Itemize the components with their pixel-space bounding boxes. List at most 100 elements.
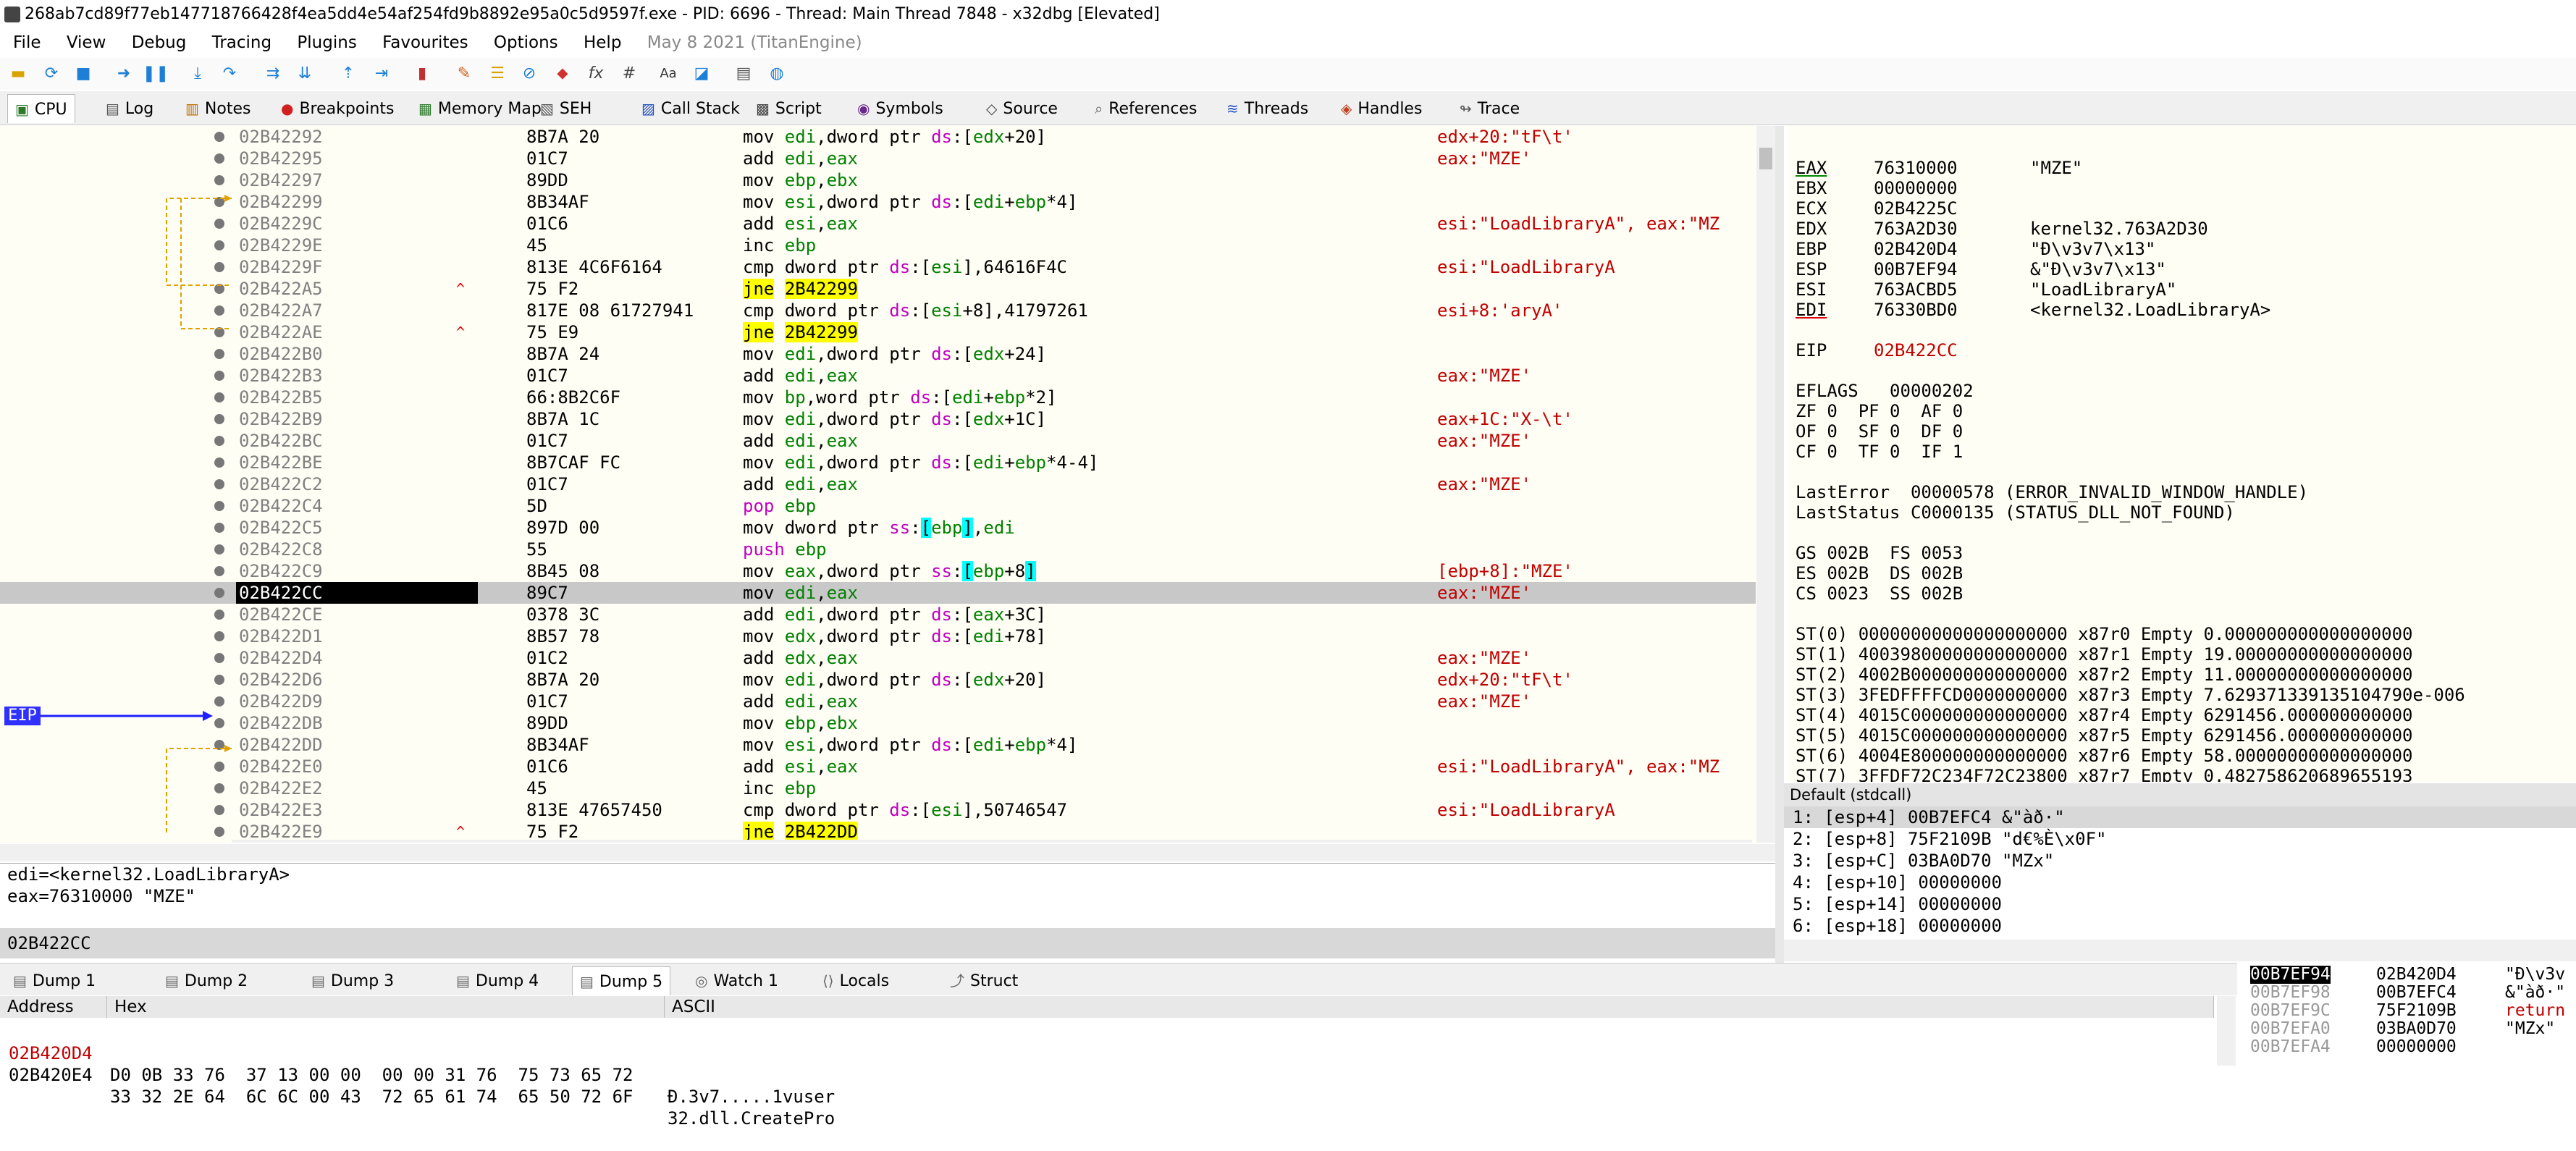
tab-handles[interactable]: ◈ Handles: [1334, 94, 1429, 123]
restart-icon[interactable]: ⟳: [41, 62, 62, 84]
open-icon[interactable]: ▬: [7, 62, 29, 84]
tab-struct[interactable]: ⤴ Struct: [943, 966, 1025, 995]
disasm-line[interactable]: 02B422A7 817E 08 61727941 cmp dword ptr ds…: [0, 300, 1756, 321]
tab-cpu[interactable]: ▣ CPU: [7, 94, 75, 123]
register-edx[interactable]: EDX 763A2D30 kernel32.763A2D30: [1796, 219, 2208, 239]
disasm-line[interactable]: 02B4229E 45 inc ebp: [0, 235, 1756, 256]
hash-icon[interactable]: #: [618, 62, 640, 84]
splitter[interactable]: [0, 844, 1775, 861]
disasm-line[interactable]: 02B42299 8B34AF mov esi,dword ptr ds:[edi+…: [0, 191, 1756, 213]
disasm-line[interactable]: 02B422A5 ^ 75 F2 jne 2B42299: [0, 278, 1756, 300]
trace-over-icon[interactable]: ⇊: [294, 62, 316, 84]
register-ecx[interactable]: ECX 02B4225C: [1796, 198, 2030, 219]
stack-view[interactable]: 00B7EF94 02B420D4 "Ð\v3v 00B7EF98 00B7EFC4 &"…: [2244, 963, 2576, 1066]
args-scrollbar[interactable]: [1784, 940, 2576, 961]
disasm-line[interactable]: 02B4229F 813E 4C6F6164 cmp dword ptr ds:[e…: [0, 256, 1756, 278]
register-value[interactable]: 763ACBD5: [1874, 279, 2030, 300]
fpu-register-row[interactable]: ST(4) 4015C000000000000000 x87r4 Empty 6…: [1796, 705, 2413, 725]
stack-arguments-view[interactable]: 1: [esp+4] 00B7EFC4 &"àð·" 2: [esp+8] 75F…: [1784, 806, 2576, 940]
disasm-line[interactable]: 02B422C8 55 push ebp: [0, 539, 1756, 560]
execute-till-return-icon[interactable]: ⇡: [337, 62, 359, 84]
menu-options[interactable]: Options: [494, 33, 558, 52]
tab-symbols[interactable]: ◉ Symbols: [850, 94, 951, 123]
trace-into-icon[interactable]: ⇉: [262, 62, 284, 84]
hex-dump-view[interactable]: Address Hex ASCII 02B420D4 D0 0B 33 76 3…: [0, 996, 2237, 1129]
stack-row[interactable]: 00B7EFA4 00000000: [2244, 1038, 2576, 1056]
register-value[interactable]: 00B7EF94: [1874, 259, 2030, 279]
register-eip[interactable]: EIP 02B422CC: [1796, 340, 2030, 361]
register-value[interactable]: 02B420D4: [1874, 239, 2030, 259]
register-edi[interactable]: EDI 76330BD0 <kernel32.LoadLibraryA>: [1796, 300, 2270, 320]
dump-scrollbar[interactable]: [2217, 996, 2236, 1066]
calling-convention-select[interactable]: Default (stdcall): [1784, 783, 2576, 806]
disasm-line[interactable]: 02B422E0 01C6 add esi,eax esi:"LoadLibraryA…: [0, 756, 1756, 777]
step-into-icon[interactable]: ⤓: [187, 62, 209, 84]
disasm-line[interactable]: 02B422C2 01C7 add edi,eax eax:"MZE': [0, 473, 1756, 495]
menu-view[interactable]: View: [67, 33, 106, 52]
disasm-line[interactable]: 02B422BE 8B7CAF FC mov edi,dword ptr ds:[e…: [0, 452, 1756, 473]
stack-argument-row[interactable]: 4: [esp+10] 00000000: [1784, 872, 2576, 893]
comments-icon[interactable]: ☰: [487, 62, 508, 84]
vertical-splitter[interactable]: [1775, 126, 1784, 963]
disasm-line[interactable]: 02B422BC 01C7 add edi,eax eax:"MZE': [0, 430, 1756, 452]
stack-row[interactable]: 00B7EFA0 03BA0D70 "MZx": [2244, 1020, 2576, 1038]
tab-locals[interactable]: ⟨⟩ Locals: [815, 966, 896, 995]
fpu-register-row[interactable]: ST(2) 4002B000000000000000 x87r2 Empty 1…: [1796, 665, 2413, 685]
stack-argument-row[interactable]: 1: [esp+4] 00B7EFC4 &"àð·": [1784, 806, 2576, 828]
breakpoint-tool-icon[interactable]: ⬥: [552, 62, 573, 84]
tab-watch-1[interactable]: ◎ Watch 1: [688, 966, 786, 995]
disasm-line[interactable]: 02B422CE 0378 3C add edi,dword ptr ds:[eax…: [0, 604, 1756, 625]
disasm-line[interactable]: 02B42297 89DD mov ebp,ebx: [0, 169, 1756, 191]
fpu-register-row[interactable]: ST(5) 4015C000000000000000 x87r5 Empty 6…: [1796, 725, 2413, 746]
segment-registers-row[interactable]: CS 0023 SS 002B: [1796, 583, 1963, 604]
disasm-line[interactable]: 02B422DB 89DD mov ebp,ebx: [0, 712, 1756, 734]
register-value[interactable]: 00000000: [1874, 178, 2030, 198]
font-icon[interactable]: Aa: [657, 62, 679, 84]
tab-log[interactable]: ▤ Log: [98, 94, 161, 123]
register-ebx[interactable]: EBX 00000000: [1796, 178, 2030, 198]
tab-seh[interactable]: ▧ SEH: [533, 94, 599, 123]
segment-registers-row[interactable]: GS 002B FS 0053: [1796, 543, 1963, 563]
patch-icon[interactable]: ✎: [453, 62, 475, 84]
disasm-line[interactable]: 02B422D4 01C2 add edx,eax eax:"MZE': [0, 647, 1756, 669]
tab-trace[interactable]: ↬ Trace: [1452, 94, 1527, 123]
fpu-register-row[interactable]: ST(0) 00000000000000000000 x87r0 Empty 0…: [1796, 624, 2413, 644]
disasm-line[interactable]: 02B422E2 45 inc ebp: [0, 777, 1756, 799]
register-value[interactable]: 763A2D30: [1874, 219, 2030, 239]
dump-header-hex[interactable]: Hex: [107, 996, 665, 1018]
dump-row[interactable]: 02B420D4 D0 0B 33 76 37 13 00 00 00 00 3…: [0, 1021, 869, 1107]
tab-dump-4[interactable]: ▤ Dump 4: [449, 966, 546, 995]
tab-threads[interactable]: ≋ Threads: [1219, 94, 1316, 123]
register-value[interactable]: 76330BD0: [1874, 300, 2030, 320]
dump-header-ascii[interactable]: ASCII: [665, 996, 2214, 1018]
fpu-register-row[interactable]: ST(6) 4004E800000000000000 x87r6 Empty 5…: [1796, 746, 2413, 766]
register-eax[interactable]: EAX 76310000 "MZE": [1796, 158, 2082, 178]
fpu-register-row[interactable]: ST(1) 40039800000000000000 x87r1 Empty 1…: [1796, 644, 2413, 665]
menu-favourites[interactable]: Favourites: [382, 33, 468, 52]
fpu-register-row[interactable]: ST(7) 3FFDF72C234F72C23800 x87r7 Empty 0…: [1796, 766, 2413, 782]
fpu-register-row[interactable]: ST(3) 3FEDFFFFCD0000000000 x87r3 Empty 7…: [1796, 685, 2465, 705]
disasm-line[interactable]: 02B422C9 8B45 08 mov eax,dword ptr ss:[ebp…: [0, 560, 1756, 582]
run-icon[interactable]: ➜: [113, 62, 135, 84]
disasm-line[interactable]: 02B422B3 01C7 add edi,eax eax:"MZE': [0, 365, 1756, 387]
tab-call-stack[interactable]: ▨ Call Stack: [634, 94, 747, 123]
stop-icon[interactable]: ■: [72, 62, 94, 84]
stack-row[interactable]: 00B7EF9C 75F2109B return: [2244, 1002, 2576, 1020]
stack-argument-row[interactable]: 5: [esp+14] 00000000: [1784, 893, 2576, 915]
stack-row[interactable]: 00B7EF94 02B420D4 "Ð\v3v: [2244, 966, 2576, 984]
register-esi[interactable]: ESI 763ACBD5 "LoadLibraryA": [1796, 279, 2176, 300]
tab-script[interactable]: ▩ Script: [749, 94, 829, 123]
scylla-icon[interactable]: ◪: [691, 62, 712, 84]
flags-row[interactable]: CF 0 TF 0 IF 1: [1796, 442, 1963, 462]
calculator-icon[interactable]: ▤: [733, 62, 754, 84]
menu-file[interactable]: File: [13, 33, 41, 52]
stack-argument-row[interactable]: 2: [esp+8] 75F2109B "d€%È\x0F": [1784, 828, 2576, 850]
labels-icon[interactable]: ⊘: [518, 62, 540, 84]
register-ebp[interactable]: EBP 02B420D4 "Ð\v3v7\x13": [1796, 239, 2155, 259]
disasm-line[interactable]: 02B422B5 66:8B2C6F mov bp,word ptr ds:[edi…: [0, 387, 1756, 408]
tab-dump-1[interactable]: ▤ Dump 1: [6, 966, 103, 995]
tab-memory-map[interactable]: ▦ Memory Map: [411, 94, 549, 123]
disasm-line[interactable]: 02B422E3 813E 47657450 cmp dword ptr ds:[e…: [0, 799, 1756, 821]
menu-tracing[interactable]: Tracing: [212, 33, 272, 52]
disasm-line[interactable]: 02B422B0 8B7A 24 mov edi,dword ptr ds:[edx…: [0, 343, 1756, 365]
